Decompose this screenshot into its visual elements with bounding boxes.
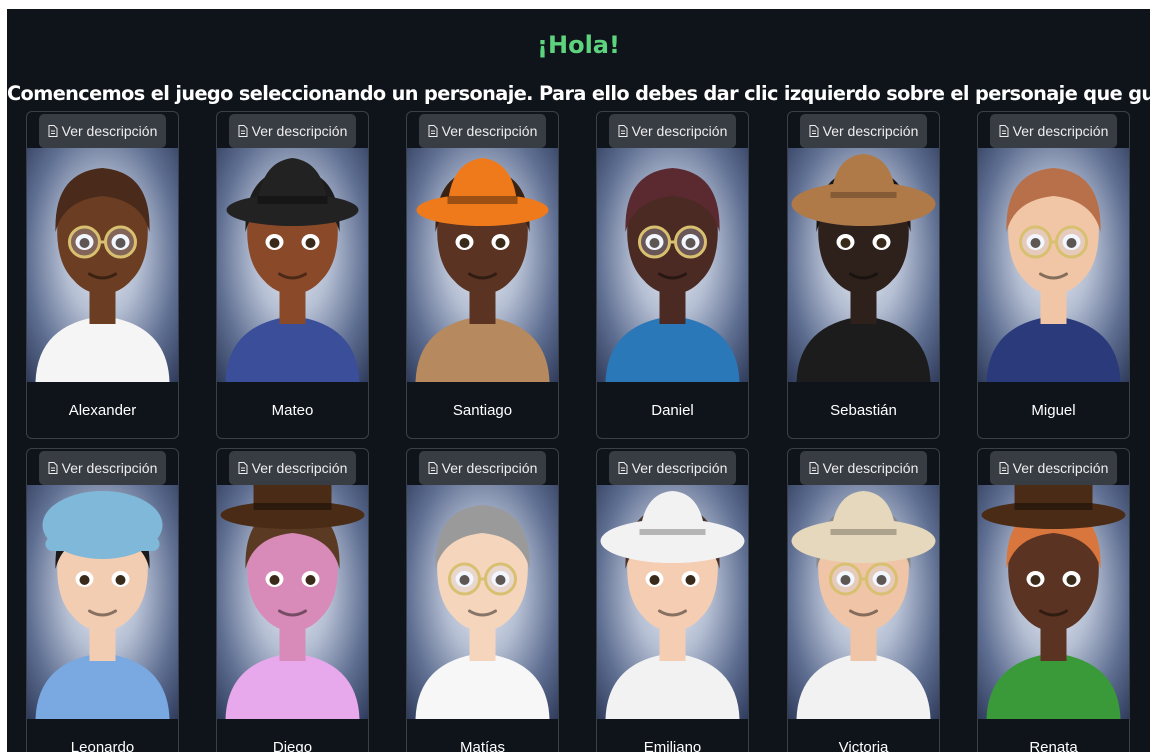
greeting-title: ¡Hola!: [537, 31, 620, 59]
document-icon: [428, 462, 438, 474]
character-card-sebastian[interactable]: Ver descripción Sebastián: [787, 111, 940, 439]
character-name: Daniel: [651, 401, 694, 419]
view-description-label: Ver descripción: [1012, 123, 1109, 139]
character-card-mateo[interactable]: Ver descripción Mateo: [216, 111, 369, 439]
character-name: Renata: [1029, 738, 1078, 752]
view-description-button[interactable]: Ver descripción: [609, 114, 736, 148]
view-description-label: Ver descripción: [1012, 460, 1109, 476]
view-description-label: Ver descripción: [441, 123, 538, 139]
view-description-button[interactable]: Ver descripción: [800, 451, 927, 485]
character-name: Emiliano: [643, 738, 702, 752]
avatar-portrait: [597, 148, 748, 382]
avatar-image: [791, 154, 936, 382]
view-description-button[interactable]: Ver descripción: [419, 114, 546, 148]
character-name: Victoria: [838, 738, 889, 752]
view-description-button[interactable]: Ver descripción: [419, 451, 546, 485]
character-name: Alexander: [68, 401, 137, 419]
avatar-image: [791, 491, 936, 719]
avatar-image: [225, 158, 360, 382]
avatar-image: [415, 505, 550, 719]
character-name: Leonardo: [70, 738, 135, 752]
view-description-button[interactable]: Ver descripción: [39, 451, 166, 485]
view-description-button[interactable]: Ver descripción: [229, 114, 356, 148]
character-card-diego[interactable]: Ver descripción Diego: [216, 448, 369, 752]
document-icon: [809, 125, 819, 137]
view-description-button[interactable]: Ver descripción: [990, 451, 1117, 485]
avatar-image: [600, 491, 745, 719]
character-card-miguel[interactable]: Ver descripción Miguel: [977, 111, 1130, 439]
character-name: Diego: [272, 738, 313, 752]
document-icon: [428, 125, 438, 137]
avatar-portrait: [217, 485, 368, 719]
avatar-image: [986, 168, 1121, 382]
avatar-image: [415, 158, 550, 382]
document-icon: [809, 462, 819, 474]
avatar-portrait: [407, 485, 558, 719]
document-icon: [999, 462, 1009, 474]
avatar-portrait: [788, 148, 939, 382]
character-card-emiliano[interactable]: Ver descripción Emiliano: [596, 448, 749, 752]
avatar-image: [605, 168, 740, 382]
view-description-label: Ver descripción: [631, 460, 728, 476]
view-description-label: Ver descripción: [822, 123, 919, 139]
character-card-leonardo[interactable]: Ver descripción Leonardo: [26, 448, 179, 752]
instruction-text: Comencemos el juego seleccionando un per…: [7, 82, 1150, 105]
view-description-button[interactable]: Ver descripción: [609, 451, 736, 485]
document-icon: [999, 125, 1009, 137]
view-description-label: Ver descripción: [251, 123, 348, 139]
character-card-victoria[interactable]: Ver descripción Victoria: [787, 448, 940, 752]
document-icon: [48, 125, 58, 137]
view-description-label: Ver descripción: [61, 123, 158, 139]
avatar-image: [35, 168, 170, 382]
view-description-label: Ver descripción: [61, 460, 158, 476]
view-description-label: Ver descripción: [631, 123, 728, 139]
document-icon: [48, 462, 58, 474]
avatar-portrait: [27, 148, 178, 382]
character-name: Miguel: [1031, 401, 1076, 419]
avatar-image: [35, 491, 170, 719]
character-card-alexander[interactable]: Ver descripción Alexander: [26, 111, 179, 439]
avatar-image: [981, 485, 1126, 719]
avatar-portrait: [407, 148, 558, 382]
character-name: Mateo: [271, 401, 314, 419]
character-name: Santiago: [452, 401, 513, 419]
avatar-portrait: [978, 148, 1129, 382]
avatar-image: [220, 485, 365, 719]
character-selection-screen: ¡Hola! Comencemos el juego seleccionando…: [7, 9, 1150, 752]
character-name: Sebastián: [830, 401, 897, 419]
avatar-portrait: [597, 485, 748, 719]
document-icon: [238, 462, 248, 474]
character-card-matias[interactable]: Ver descripción Matías: [406, 448, 559, 752]
character-card-renata[interactable]: Ver descripción Renata: [977, 448, 1130, 752]
character-name: Matías: [459, 738, 505, 752]
character-card-daniel[interactable]: Ver descripción Daniel: [596, 111, 749, 439]
view-description-button[interactable]: Ver descripción: [39, 114, 166, 148]
avatar-portrait: [217, 148, 368, 382]
view-description-label: Ver descripción: [822, 460, 919, 476]
avatar-portrait: [27, 485, 178, 719]
avatar-portrait: [978, 485, 1129, 719]
avatar-portrait: [788, 485, 939, 719]
view-description-button[interactable]: Ver descripción: [800, 114, 927, 148]
document-icon: [618, 125, 628, 137]
view-description-label: Ver descripción: [441, 460, 538, 476]
view-description-label: Ver descripción: [251, 460, 348, 476]
character-card-santiago[interactable]: Ver descripción Santiago: [406, 111, 559, 439]
view-description-button[interactable]: Ver descripción: [990, 114, 1117, 148]
view-description-button[interactable]: Ver descripción: [229, 451, 356, 485]
document-icon: [238, 125, 248, 137]
document-icon: [618, 462, 628, 474]
